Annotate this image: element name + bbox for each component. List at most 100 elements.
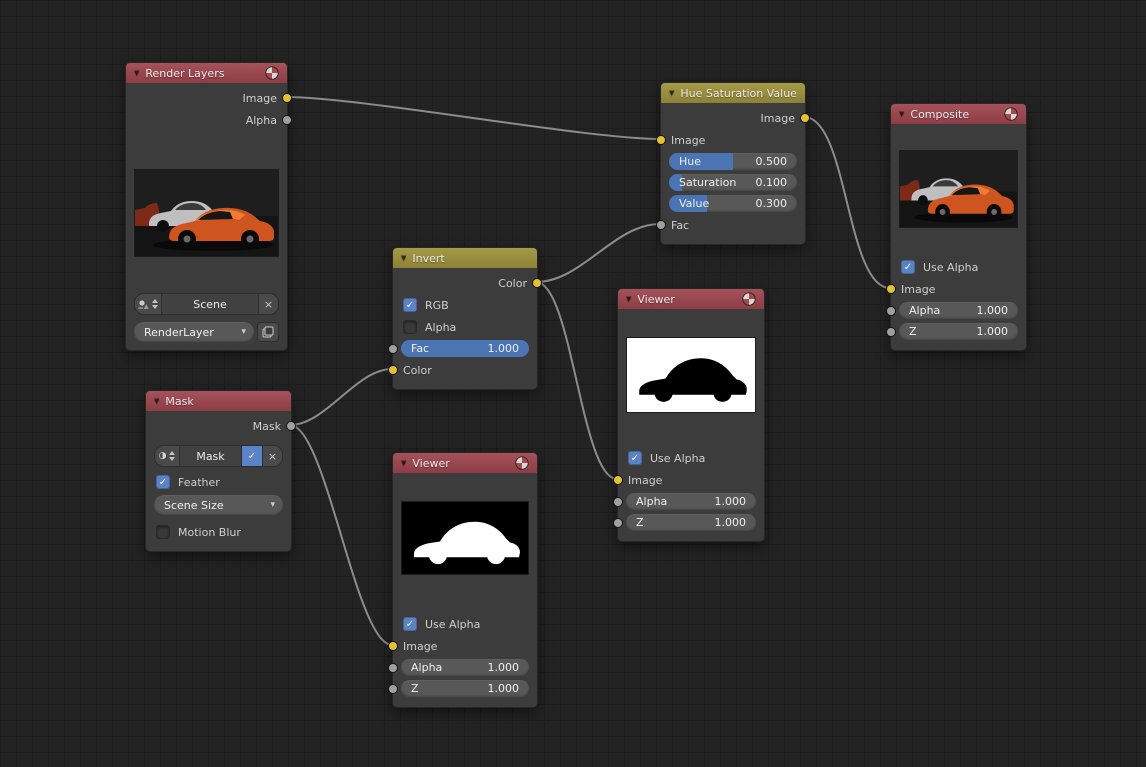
mask-output-socket[interactable]: [286, 421, 296, 431]
alpha-input-socket[interactable]: [388, 663, 398, 673]
mask-header[interactable]: ▼ Mask: [146, 391, 291, 411]
field-label: Alpha: [626, 495, 667, 508]
collapse-arrow-icon[interactable]: ▼: [899, 111, 904, 118]
image-output-socket[interactable]: [800, 113, 810, 123]
field-value: 1.000: [715, 516, 757, 529]
z-number-field[interactable]: Z 1.000: [401, 680, 529, 697]
hue-slider[interactable]: Hue 0.500: [669, 153, 797, 170]
input-row-image: Image: [891, 278, 1026, 300]
saturation-slider[interactable]: Saturation 0.100: [669, 174, 797, 191]
composite-preview-image: [899, 150, 1018, 228]
node-viewer-right[interactable]: ▼ Viewer ✓ Use Alpha: [617, 288, 765, 542]
image-output-socket[interactable]: [282, 93, 292, 103]
render-layers-header[interactable]: ▼ Render Layers: [126, 63, 287, 83]
alpha-number-field[interactable]: Alpha 1.000: [626, 493, 756, 510]
input-row-image: Image: [393, 635, 537, 657]
alpha-number-field[interactable]: Alpha 1.000: [401, 659, 529, 676]
mask-selector[interactable]: ◑ Mask ✓ ×: [154, 445, 283, 467]
slider-label: Fac: [401, 342, 429, 355]
image-input-socket[interactable]: [656, 135, 666, 145]
output-row-color: Color: [393, 272, 537, 294]
preview-sphere-icon: [1004, 107, 1018, 121]
unlink-scene-button[interactable]: ×: [258, 294, 278, 314]
color-input-socket[interactable]: [388, 365, 398, 375]
render-layer-dropdown[interactable]: RenderLayer ▾: [134, 322, 254, 342]
invert-header[interactable]: ▼ Invert: [393, 248, 537, 268]
noodle-renderlayers-to-hsv: [286, 97, 660, 139]
z-input-socket[interactable]: [886, 327, 896, 337]
noodle-invert-to-hsv-fac: [536, 224, 660, 282]
size-row: Scene Size ▾: [146, 493, 291, 517]
composite-header[interactable]: ▼ Composite: [891, 104, 1026, 124]
collapse-arrow-icon[interactable]: ▼: [401, 460, 406, 467]
use-alpha-row: ✓ Use Alpha: [393, 613, 537, 635]
use-alpha-checkbox[interactable]: ✓: [403, 617, 417, 631]
fac-slider-row: Fac 1.000: [393, 338, 537, 359]
socket-label: Mask: [253, 420, 281, 433]
shield-check-icon: ✓: [248, 451, 256, 462]
chevron-down-icon: ▾: [270, 500, 283, 510]
field-value: 1.000: [977, 325, 1019, 338]
node-editor-canvas[interactable]: ▼ Render Layers Image Alpha: [0, 0, 1146, 767]
alpha-input-socket[interactable]: [886, 306, 896, 316]
socket-label: Color: [498, 277, 527, 290]
size-source-dropdown[interactable]: Scene Size ▾: [154, 495, 283, 515]
alpha-output-socket[interactable]: [282, 115, 292, 125]
use-alpha-row: ✓ Use Alpha: [891, 256, 1026, 278]
render-layer-row: RenderLayer ▾: [134, 322, 279, 342]
scene-selector[interactable]: Scene ×: [134, 293, 279, 315]
color-output-socket[interactable]: [532, 278, 542, 288]
node-viewer-bottom[interactable]: ▼ Viewer ✓ Use Alpha: [392, 452, 538, 708]
fac-slider[interactable]: Fac 1.000: [401, 340, 529, 357]
alpha-number-field[interactable]: Alpha 1.000: [899, 302, 1018, 319]
z-input-socket[interactable]: [388, 684, 398, 694]
viewer-header[interactable]: ▼ Viewer: [393, 453, 537, 473]
browse-arrows-icon: [152, 299, 158, 309]
alpha-checkbox[interactable]: [403, 320, 417, 334]
scene-name-field[interactable]: Scene: [162, 294, 258, 314]
saturation-slider-row: Saturation 0.100: [661, 172, 805, 193]
fac-input-socket[interactable]: [656, 220, 666, 230]
alpha-input-socket[interactable]: [613, 497, 623, 507]
rgb-checkbox[interactable]: ✓: [403, 298, 417, 312]
image-input-socket[interactable]: [613, 475, 623, 485]
fake-user-shield-toggle[interactable]: ✓: [241, 446, 262, 466]
image-input-socket[interactable]: [886, 284, 896, 294]
field-label: Alpha: [899, 304, 940, 317]
fac-input-socket[interactable]: [388, 344, 398, 354]
node-composite[interactable]: ▼ Composite: [890, 103, 1027, 351]
z-number-field[interactable]: Z 1.000: [626, 514, 756, 531]
use-alpha-checkbox[interactable]: ✓: [901, 260, 915, 274]
collapse-arrow-icon[interactable]: ▼: [154, 398, 159, 405]
collapse-arrow-icon[interactable]: ▼: [401, 255, 406, 262]
node-title: Mask: [165, 395, 193, 408]
z-number-field[interactable]: Z 1.000: [899, 323, 1018, 340]
scene-browse-button[interactable]: [135, 294, 162, 314]
feather-checkbox[interactable]: ✓: [156, 475, 170, 489]
use-alpha-checkbox[interactable]: ✓: [628, 451, 642, 465]
node-hue-saturation-value[interactable]: ▼ Hue Saturation Value Image Image Hue 0…: [660, 82, 806, 245]
collapse-arrow-icon[interactable]: ▼: [134, 70, 139, 77]
noodle-invert-to-viewer: [536, 282, 617, 479]
mask-browse-button[interactable]: ◑: [155, 446, 180, 466]
motion-blur-checkbox[interactable]: [156, 525, 170, 539]
value-slider[interactable]: Value 0.300: [669, 195, 797, 212]
node-mask[interactable]: ▼ Mask Mask ◑ Mask ✓ × ✓ Feather: [145, 390, 292, 552]
z-input-socket[interactable]: [613, 518, 623, 528]
dropdown-value: Scene Size: [154, 499, 224, 512]
slider-value: 0.100: [756, 176, 798, 189]
new-layer-button[interactable]: [257, 322, 279, 342]
check-icon: ✓: [406, 619, 414, 630]
node-render-layers[interactable]: ▼ Render Layers Image Alpha: [125, 62, 288, 351]
collapse-arrow-icon[interactable]: ▼: [669, 90, 674, 97]
field-value: 1.000: [715, 495, 757, 508]
node-invert[interactable]: ▼ Invert Color ✓ RGB Alpha Fac 1.000: [392, 247, 538, 390]
image-input-socket[interactable]: [388, 641, 398, 651]
hsv-header[interactable]: ▼ Hue Saturation Value: [661, 83, 805, 103]
viewer-header[interactable]: ▼ Viewer: [618, 289, 764, 309]
slider-label: Saturation: [669, 176, 736, 189]
checkbox-label: Feather: [178, 476, 220, 489]
mask-name-field[interactable]: Mask: [180, 446, 241, 466]
unlink-mask-button[interactable]: ×: [262, 446, 282, 466]
collapse-arrow-icon[interactable]: ▼: [626, 296, 631, 303]
